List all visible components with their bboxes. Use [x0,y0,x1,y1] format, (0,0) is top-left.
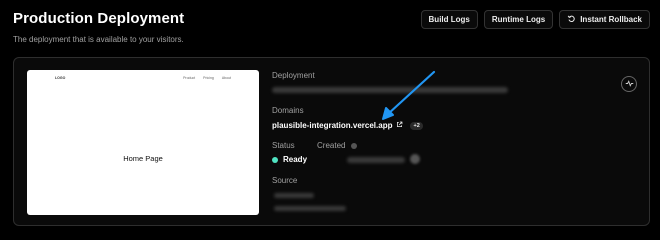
status-value: Ready [272,155,307,164]
created-label: Created [317,141,346,150]
deployment-preview[interactable]: LOGO Product Pricing About Home Page [27,70,259,215]
preview-home-label: Home Page [123,154,163,163]
avatar [410,154,420,164]
preview-nav-item: Pricing [203,76,214,80]
build-logs-button[interactable]: Build Logs [420,10,478,29]
source-commit-redacted [274,206,346,211]
activity-icon [625,75,634,93]
status-label: Status [272,141,295,150]
toolbar: Build Logs Runtime Logs Instant Rollback [420,10,650,29]
activity-button[interactable] [621,76,637,92]
runtime-logs-button[interactable]: Runtime Logs [483,10,554,29]
preview-nav-item: About [221,76,231,80]
deployment-card: LOGO Product Pricing About Home Page Dep… [13,57,650,226]
created-label-wrap: Created [317,141,357,150]
created-time-redacted [347,157,405,163]
domain-link[interactable]: plausible-integration.vercel.app [272,121,392,130]
deployment-url-redacted[interactable] [272,87,508,93]
domain-row: plausible-integration.vercel.app +2 [272,121,423,130]
external-link-icon[interactable] [396,121,403,130]
build-logs-label: Build Logs [428,15,470,24]
status-text: Ready [283,155,308,164]
info-icon [350,142,357,149]
page-subtitle: The deployment that is available to your… [13,35,184,44]
source-branch-redacted [274,193,314,198]
status-dot [272,156,278,163]
preview-logo: LOGO [55,76,66,80]
domain-count-badge[interactable]: +2 [410,121,423,130]
page-title: Production Deployment [13,10,185,27]
preview-nav-item: Product [183,76,196,80]
domains-label: Domains [272,106,304,115]
instant-rollback-button[interactable]: Instant Rollback [559,10,650,29]
rollback-icon [567,14,576,25]
preview-nav: Product Pricing About [183,76,231,80]
instant-rollback-label: Instant Rollback [580,15,642,24]
runtime-logs-label: Runtime Logs [491,15,546,24]
source-label: Source [272,176,298,185]
deployment-label: Deployment [272,71,315,80]
